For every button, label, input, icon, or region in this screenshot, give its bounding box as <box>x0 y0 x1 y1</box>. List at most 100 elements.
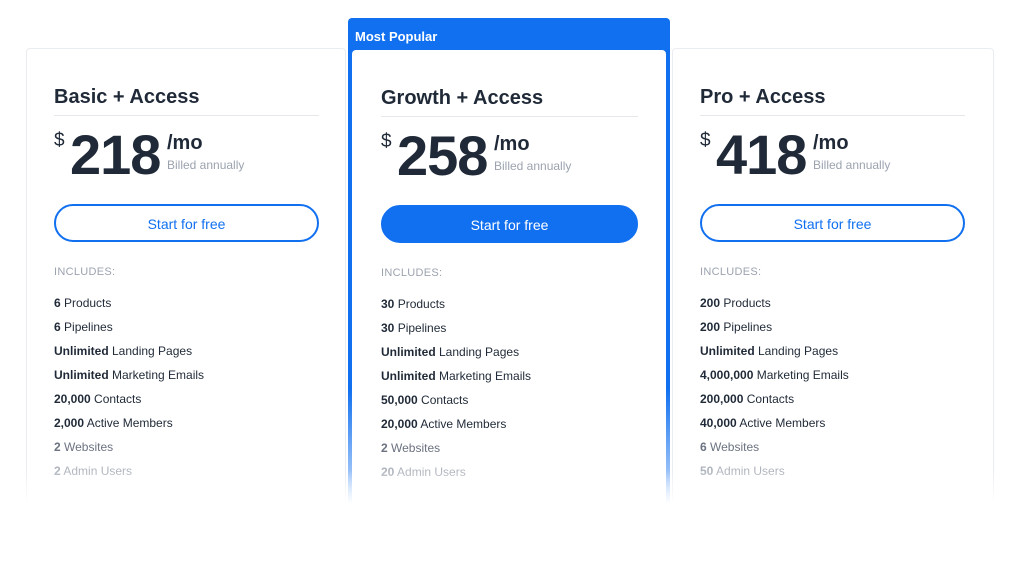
card-content: Growth + Access $ 258 /mo Billed annuall… <box>381 86 638 489</box>
most-popular-badge: Most Popular <box>355 29 438 44</box>
currency-symbol: $ <box>381 131 392 152</box>
feature-value: 50 <box>700 464 714 478</box>
feature-item: 50,000 Contacts <box>381 393 638 417</box>
pricing-card-growth: Most Popular Growth + Access $ 258 /mo B… <box>348 18 670 548</box>
feature-value: 2 <box>54 464 61 478</box>
feature-label: Active Members <box>84 416 173 430</box>
feature-list: 30 Products 30 Pipelines Unlimited Landi… <box>381 297 638 489</box>
includes-heading: INCLUDES: <box>381 267 443 279</box>
price: $ 258 /mo Billed annually <box>381 124 638 195</box>
plan-name: Basic + Access <box>54 86 200 108</box>
feature-item: Unlimited Landing Pages <box>54 344 319 368</box>
feature-item: Unlimited Landing Pages <box>381 345 638 369</box>
feature-item: 6 Pipelines <box>54 320 319 344</box>
feature-item: 40,000 Active Members <box>700 416 965 440</box>
feature-value: Unlimited <box>381 345 436 359</box>
feature-value: 2,000 <box>54 416 85 430</box>
feature-value: 200 <box>700 320 721 334</box>
start-for-free-button[interactable]: Start for free <box>54 204 319 242</box>
currency-symbol: $ <box>54 130 65 151</box>
divider <box>381 116 638 117</box>
billing-note: Billed annually <box>813 158 891 172</box>
feature-item: Unlimited Marketing Emails <box>381 369 638 393</box>
feature-item: 20,000 Active Members <box>381 417 638 441</box>
price-period: /mo <box>167 132 203 154</box>
feature-label: Websites <box>387 441 441 455</box>
feature-value: 20,000 <box>381 417 418 431</box>
feature-item: 20 Admin Users <box>381 465 638 489</box>
price-amount: 218 <box>70 123 161 186</box>
feature-label: Products <box>720 296 771 310</box>
currency-symbol: $ <box>700 130 711 151</box>
feature-value: 30 <box>381 321 395 335</box>
card-content: Basic + Access $ 218 /mo Billed annually… <box>54 85 319 488</box>
feature-label: Marketing Emails <box>435 369 532 383</box>
feature-label: Contacts <box>417 393 469 407</box>
feature-label: Websites <box>60 440 114 454</box>
feature-item: Unlimited Marketing Emails <box>54 368 319 392</box>
feature-value: Unlimited <box>381 369 436 383</box>
feature-label: Admin Users <box>394 465 466 479</box>
feature-value: Unlimited <box>54 344 109 358</box>
pricing-card-basic: Basic + Access $ 218 /mo Billed annually… <box>26 48 346 548</box>
feature-item: 2,000 Active Members <box>54 416 319 440</box>
price-period: /mo <box>813 132 849 154</box>
feature-value: Unlimited <box>700 344 755 358</box>
billing-note: Billed annually <box>494 159 572 173</box>
feature-item: 6 Websites <box>700 440 965 464</box>
feature-list: 200 Products 200 Pipelines Unlimited Lan… <box>700 296 965 488</box>
feature-value: 4,000,000 <box>700 368 754 382</box>
feature-value: 50,000 <box>381 393 418 407</box>
feature-label: Pipelines <box>394 321 447 335</box>
start-for-free-button[interactable]: Start for free <box>381 205 638 243</box>
includes-heading: INCLUDES: <box>700 266 762 278</box>
feature-label: Marketing Emails <box>108 368 205 382</box>
feature-label: Landing Pages <box>435 345 520 359</box>
feature-value: 20,000 <box>54 392 91 406</box>
start-for-free-button[interactable]: Start for free <box>700 204 965 242</box>
feature-label: Pipelines <box>720 320 773 334</box>
feature-item: 2 Websites <box>54 440 319 464</box>
feature-value: 2 <box>381 441 388 455</box>
feature-value: 2 <box>54 440 61 454</box>
feature-item: 50 Admin Users <box>700 464 965 488</box>
feature-item: Unlimited Landing Pages <box>700 344 965 368</box>
billing-note: Billed annually <box>167 158 245 172</box>
feature-item: 2 Websites <box>381 441 638 465</box>
feature-value: 200 <box>700 296 721 310</box>
price-amount: 258 <box>397 124 488 187</box>
feature-value: 40,000 <box>700 416 737 430</box>
feature-label: Websites <box>706 440 760 454</box>
feature-value: 6 <box>54 320 61 334</box>
feature-label: Active Members <box>736 416 826 430</box>
feature-label: Admin Users <box>713 464 785 478</box>
price: $ 418 /mo Billed annually <box>700 123 965 194</box>
feature-label: Contacts <box>90 392 142 406</box>
price-amount: 418 <box>716 123 807 186</box>
feature-value: 200,000 <box>700 392 744 406</box>
plan-name: Growth + Access <box>381 87 544 109</box>
feature-value: Unlimited <box>54 368 109 382</box>
feature-label: Landing Pages <box>754 344 839 358</box>
card-body: Growth + Access $ 258 /mo Billed annuall… <box>352 50 666 548</box>
price: $ 218 /mo Billed annually <box>54 123 319 194</box>
feature-item: 2 Admin Users <box>54 464 319 488</box>
feature-label: Products <box>394 297 446 311</box>
price-period: /mo <box>494 133 530 155</box>
includes-heading: INCLUDES: <box>54 266 116 278</box>
feature-value: 20 <box>381 465 395 479</box>
feature-list: 6 Products 6 Pipelines Unlimited Landing… <box>54 296 319 488</box>
feature-label: Products <box>60 296 112 310</box>
feature-value: 30 <box>381 297 395 311</box>
feature-value: 6 <box>700 440 707 454</box>
pricing-card-pro: Pro + Access $ 418 /mo Billed annually S… <box>672 48 994 548</box>
feature-item: 200,000 Contacts <box>700 392 965 416</box>
feature-item: 20,000 Contacts <box>54 392 319 416</box>
feature-item: 4,000,000 Marketing Emails <box>700 368 965 392</box>
feature-item: 30 Pipelines <box>381 321 638 345</box>
feature-label: Contacts <box>743 392 795 406</box>
divider <box>54 115 319 116</box>
feature-item: 6 Products <box>54 296 319 320</box>
feature-label: Active Members <box>417 417 507 431</box>
divider <box>700 115 965 116</box>
